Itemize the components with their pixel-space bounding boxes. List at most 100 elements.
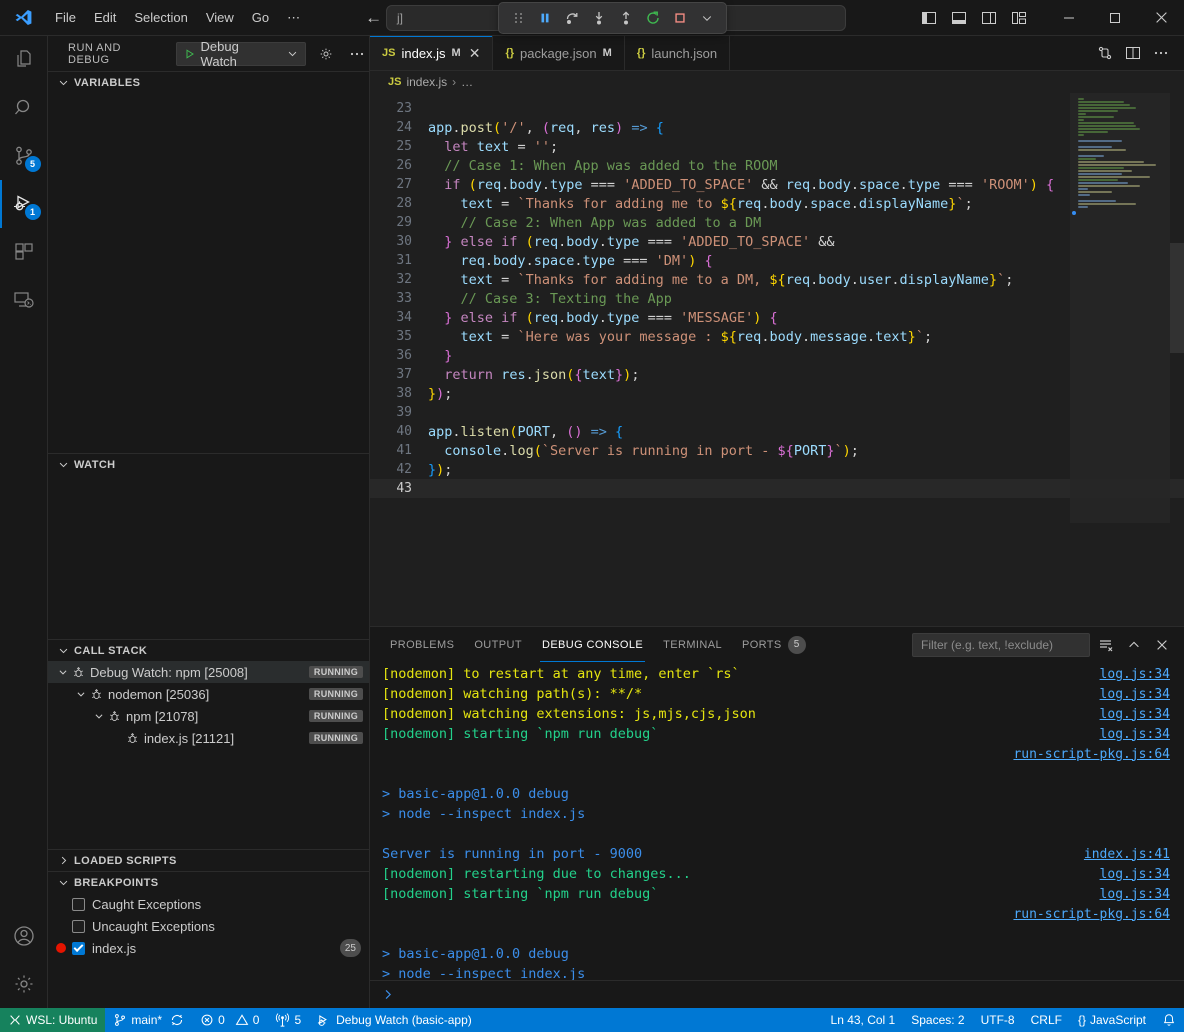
close-icon[interactable]: ✕ — [469, 45, 481, 62]
chevron-up-icon[interactable] — [1122, 633, 1146, 657]
open-launch-json-button[interactable] — [314, 42, 337, 66]
tab-index-js[interactable]: JS index.js M ✕ — [370, 36, 493, 70]
chevron-down-icon[interactable] — [74, 689, 88, 699]
breakpoint-checkbox[interactable] — [72, 898, 85, 911]
debug-console-output[interactable]: [nodemon] to restart at any time, enter … — [370, 662, 1184, 980]
minimap[interactable] — [1070, 93, 1170, 626]
tab-package-json[interactable]: {} package.json M — [493, 36, 624, 70]
drag-handle-icon[interactable] — [506, 6, 530, 30]
restart-button[interactable] — [641, 6, 665, 30]
chevron-down-icon[interactable] — [285, 48, 305, 59]
console-source-link[interactable]: log.js:34 — [1100, 687, 1170, 702]
status-cursor-position[interactable]: Ln 43, Col 1 — [823, 1008, 904, 1032]
menu-more[interactable]: ⋯ — [278, 6, 309, 30]
chevron-down-icon[interactable] — [56, 667, 70, 677]
section-loaded-scripts[interactable]: LOADED SCRIPTS — [48, 849, 369, 871]
tab-ports[interactable]: PORTS 5 — [732, 627, 816, 662]
activitybar-item-source-control[interactable]: 5 — [0, 132, 48, 180]
toggle-secondary-sidebar-icon[interactable] — [976, 5, 1002, 31]
call-stack-row[interactable]: Debug Watch: npm [25008] RUNNING — [48, 661, 369, 683]
customize-layout-icon[interactable] — [1006, 5, 1032, 31]
breadcrumb-rest[interactable]: … — [461, 75, 473, 89]
menu-edit[interactable]: Edit — [85, 6, 125, 29]
status-debug-session[interactable]: Debug Watch (basic-app) — [309, 1008, 480, 1032]
status-ports[interactable]: 5 — [267, 1008, 309, 1032]
minimize-icon[interactable] — [1046, 0, 1092, 36]
status-problems[interactable]: 0 0 — [192, 1008, 267, 1032]
status-branch[interactable]: main* — [105, 1008, 192, 1032]
arrow-left-icon[interactable]: ← — [365, 9, 382, 26]
activitybar-item-accounts[interactable] — [0, 912, 48, 960]
breakpoint-checkbox[interactable] — [72, 920, 85, 933]
section-watch[interactable]: WATCH — [48, 453, 369, 475]
console-source-link[interactable]: run-script-pkg.js:64 — [1013, 747, 1170, 762]
console-source-link[interactable]: log.js:34 — [1100, 707, 1170, 722]
console-source-link[interactable]: log.js:34 — [1100, 867, 1170, 882]
console-filter-input[interactable]: Filter (e.g. text, !exclude) — [912, 633, 1090, 657]
split-editor-icon[interactable] — [1120, 40, 1146, 66]
editor-scrollbar[interactable] — [1170, 93, 1184, 626]
status-language[interactable]: {} JavaScript — [1070, 1008, 1154, 1032]
editor-scrollbar-thumb[interactable] — [1170, 243, 1184, 353]
more-actions-icon[interactable] — [1148, 40, 1174, 66]
status-eol[interactable]: CRLF — [1023, 1008, 1070, 1032]
step-into-button[interactable] — [587, 6, 611, 30]
menu-selection[interactable]: Selection — [125, 6, 196, 29]
maximize-icon[interactable] — [1092, 0, 1138, 36]
breakpoint-row-uncaught-exceptions[interactable]: Uncaught Exceptions — [48, 915, 369, 937]
breakpoint-checkbox[interactable] — [72, 942, 85, 955]
pause-button[interactable] — [533, 6, 557, 30]
breakpoint-row-index-js[interactable]: index.js 25 — [48, 937, 369, 959]
debug-console-input[interactable] — [370, 980, 1184, 1008]
console-source-link[interactable]: log.js:34 — [1100, 727, 1170, 742]
activitybar-item-search[interactable] — [0, 84, 48, 132]
tab-launch-json[interactable]: {} launch.json — [625, 36, 730, 70]
chevron-down-icon[interactable] — [92, 711, 106, 721]
breadcrumb-file[interactable]: index.js — [406, 75, 447, 89]
menu-file[interactable]: File — [46, 6, 85, 29]
activitybar-item-run-and-debug[interactable]: 1 — [0, 180, 48, 228]
sidebar-more-actions[interactable] — [346, 42, 369, 66]
clear-console-icon[interactable] — [1094, 633, 1118, 657]
status-encoding[interactable]: UTF-8 — [973, 1008, 1023, 1032]
call-stack-row[interactable]: nodemon [25036] RUNNING — [48, 683, 369, 705]
open-changes-icon[interactable] — [1092, 40, 1118, 66]
toggle-panel-icon[interactable] — [946, 5, 972, 31]
activitybar-item-remote-explorer[interactable] — [0, 276, 48, 324]
tab-problems[interactable]: PROBLEMS — [380, 627, 464, 662]
play-icon[interactable] — [177, 48, 201, 60]
code-editor[interactable]: 23 24app.post('/', (req, res) => { 25 le… — [370, 93, 1184, 626]
status-notifications[interactable] — [1154, 1008, 1184, 1032]
activitybar-item-extensions[interactable] — [0, 228, 48, 276]
status-remote[interactable]: WSL: Ubuntu — [0, 1008, 105, 1032]
console-text: [nodemon] to restart at any time, enter … — [382, 666, 1100, 682]
console-source-link[interactable]: log.js:34 — [1100, 887, 1170, 902]
toggle-primary-sidebar-icon[interactable] — [916, 5, 942, 31]
chevron-down-icon[interactable] — [695, 6, 719, 30]
console-source-link[interactable]: run-script-pkg.js:64 — [1013, 907, 1170, 922]
tab-debug-console[interactable]: DEBUG CONSOLE — [532, 627, 653, 662]
call-stack-row[interactable]: npm [21078] RUNNING — [48, 705, 369, 727]
call-stack-row[interactable]: index.js [21121] RUNNING — [48, 727, 369, 749]
activitybar-item-manage[interactable] — [0, 960, 48, 1008]
sync-icon[interactable] — [170, 1013, 184, 1027]
menu-view[interactable]: View — [197, 6, 243, 29]
menu-go[interactable]: Go — [243, 6, 278, 29]
tab-terminal[interactable]: TERMINAL — [653, 627, 732, 662]
activitybar-item-explorer[interactable] — [0, 36, 48, 84]
step-over-button[interactable] — [560, 6, 584, 30]
breakpoint-row-caught-exceptions[interactable]: Caught Exceptions — [48, 893, 369, 915]
section-call-stack[interactable]: CALL STACK — [48, 639, 369, 661]
console-source-link[interactable]: index.js:41 — [1084, 847, 1170, 862]
close-panel-icon[interactable] — [1150, 633, 1174, 657]
console-source-link[interactable]: log.js:34 — [1100, 667, 1170, 682]
section-breakpoints[interactable]: BREAKPOINTS — [48, 871, 369, 893]
stop-button[interactable] — [668, 6, 692, 30]
close-icon[interactable] — [1138, 0, 1184, 36]
status-indentation[interactable]: Spaces: 2 — [903, 1008, 972, 1032]
sidebar-title: RUN AND DEBUG — [68, 42, 164, 66]
section-variables[interactable]: VARIABLES — [48, 71, 369, 93]
step-out-button[interactable] — [614, 6, 638, 30]
launch-config-picker[interactable]: Debug Watch — [176, 42, 307, 66]
tab-output[interactable]: OUTPUT — [464, 627, 532, 662]
